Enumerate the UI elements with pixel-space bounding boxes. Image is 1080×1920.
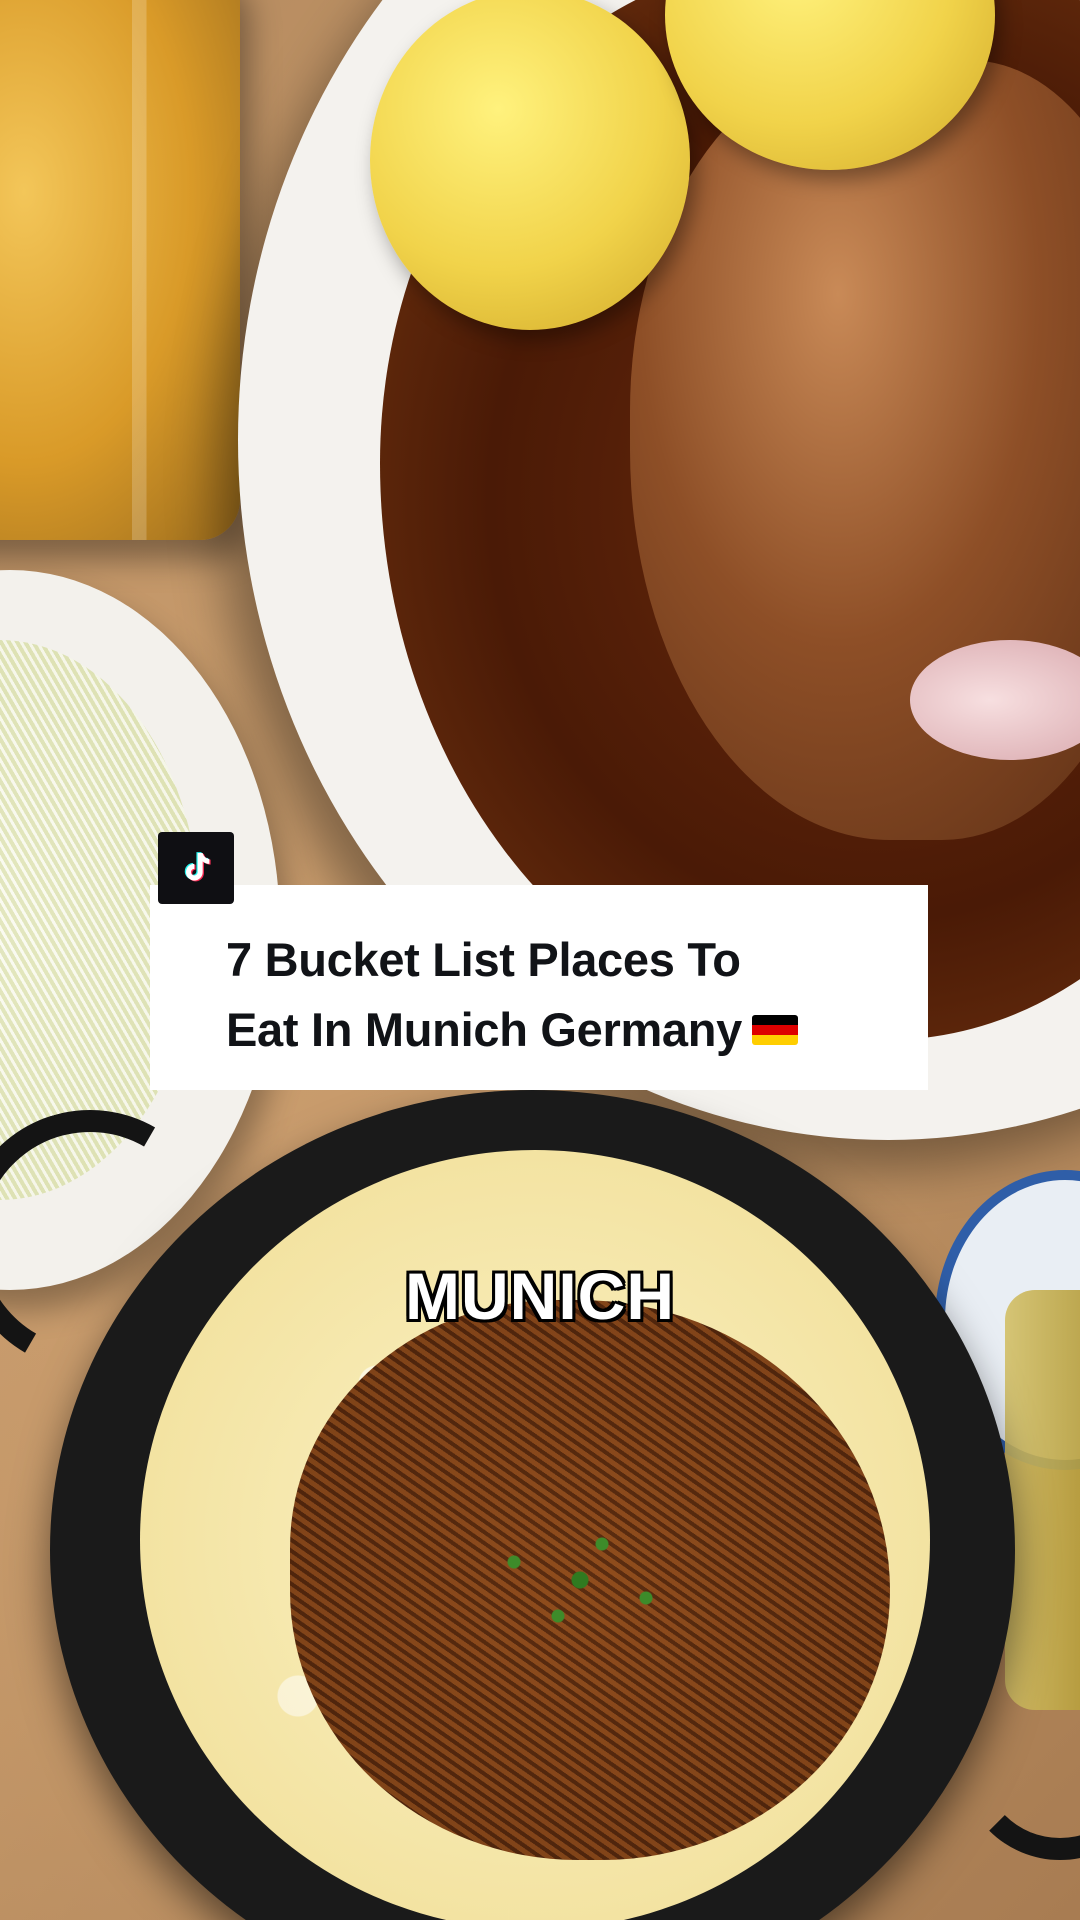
title-line-2-text: Eat In Munich Germany bbox=[226, 1003, 743, 1056]
beer-glass bbox=[1005, 1290, 1080, 1710]
chives bbox=[470, 1490, 690, 1670]
video-caption: MUNICH bbox=[405, 1259, 675, 1333]
title-line-2: Eat In Munich Germany bbox=[226, 995, 928, 1065]
germany-flag-icon bbox=[752, 1014, 799, 1045]
title-card: 7 Bucket List Places To Eat In Munich Ge… bbox=[150, 885, 928, 1090]
tiktok-note-icon bbox=[184, 852, 211, 882]
tiktok-logo-icon bbox=[158, 832, 234, 904]
beer-mug bbox=[0, 0, 240, 540]
potato-dumpling bbox=[370, 0, 690, 330]
title-line-1: 7 Bucket List Places To bbox=[226, 933, 741, 986]
